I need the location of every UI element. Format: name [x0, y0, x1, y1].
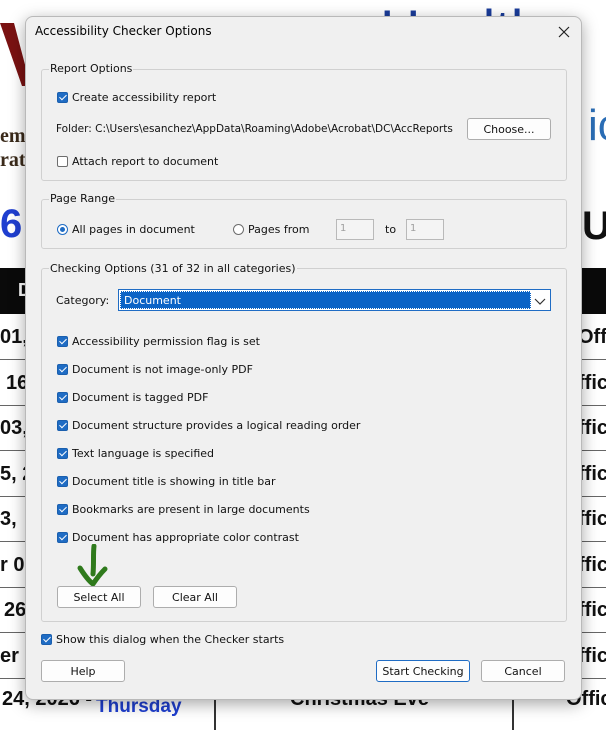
close-button[interactable]	[553, 21, 575, 43]
bg-cell-date: 26	[4, 599, 27, 621]
cancel-button[interactable]: Cancel	[481, 660, 565, 682]
check-item-label[interactable]: Bookmarks are present in large documents	[72, 503, 310, 516]
select-all-button[interactable]: Select All	[57, 586, 141, 608]
clear-all-button[interactable]: Clear All	[153, 586, 237, 608]
show-dialog-checkbox[interactable]	[41, 634, 52, 645]
bg-cell-date: r 0	[0, 554, 25, 576]
check-item-label[interactable]: Document has appropriate color contrast	[72, 531, 299, 544]
check-item-label[interactable]: Document is tagged PDF	[72, 391, 208, 404]
show-dialog-label[interactable]: Show this dialog when the Checker starts	[56, 633, 284, 646]
all-pages-label[interactable]: All pages in document	[72, 223, 195, 236]
check-item-checkbox[interactable]	[57, 364, 68, 375]
checking-options-label: Checking Options (31 of 32 in all catego…	[49, 262, 297, 275]
create-report-checkbox[interactable]	[57, 92, 68, 103]
report-options-label: Report Options	[49, 62, 134, 75]
category-select-value: Document	[120, 291, 531, 309]
bg-cell-date: 3,	[0, 508, 17, 530]
bg-cell-office: ffic	[578, 645, 606, 667]
annotation-arrow-icon	[77, 544, 108, 587]
bg-cell-office: Offic	[578, 326, 606, 348]
bg-right-text: ic	[588, 101, 606, 150]
attach-report-label[interactable]: Attach report to document	[72, 155, 218, 168]
bg-cell-office: ffic	[578, 554, 606, 576]
bg-cell-office: ffic	[578, 417, 606, 439]
bg-subtitle-2: rat	[0, 149, 26, 171]
check-item-label[interactable]: Text language is specified	[72, 447, 214, 460]
check-item-label[interactable]: Accessibility permission flag is set	[72, 335, 260, 348]
check-item-label[interactable]: Document is not image-only PDF	[72, 363, 253, 376]
start-checking-button[interactable]: Start Checking	[376, 660, 470, 682]
bg-right-u: U	[582, 204, 606, 248]
check-item-checkbox[interactable]	[57, 448, 68, 459]
category-label: Category:	[56, 294, 110, 307]
check-item-checkbox[interactable]	[57, 336, 68, 347]
pages-from-radio[interactable]	[233, 224, 244, 235]
all-pages-radio[interactable]	[57, 224, 68, 235]
attach-report-checkbox[interactable]	[57, 156, 68, 167]
check-item-checkbox[interactable]	[57, 476, 68, 487]
close-icon	[558, 26, 570, 38]
check-item-checkbox[interactable]	[57, 420, 68, 431]
bg-cell-office: ffic	[578, 599, 606, 621]
dialog-title: Accessibility Checker Options	[35, 24, 212, 38]
bg-year: 6	[0, 202, 23, 246]
page-range-label: Page Range	[49, 192, 116, 205]
check-item-label[interactable]: Document structure provides a logical re…	[72, 419, 360, 432]
check-item-checkbox[interactable]	[57, 532, 68, 543]
help-button[interactable]: Help	[41, 660, 125, 682]
check-item-checkbox[interactable]	[57, 504, 68, 515]
bg-cell-date: 03,	[0, 417, 28, 439]
checking-options-group	[41, 268, 567, 622]
bg-cell-office: ffic	[578, 372, 606, 394]
check-item-checkbox[interactable]	[57, 392, 68, 403]
folder-path-label: Folder: C:\Users\esanchez\AppData\Roamin…	[56, 123, 453, 135]
choose-folder-button[interactable]: Choose...	[467, 118, 551, 140]
check-item-label[interactable]: Document title is showing in title bar	[72, 475, 275, 488]
dialog-titlebar[interactable]: Accessibility Checker Options	[26, 17, 581, 47]
create-report-label[interactable]: Create accessibility report	[72, 91, 216, 104]
pages-from-input[interactable]: 1	[336, 219, 374, 240]
bg-cell-office: ffic	[578, 508, 606, 530]
bg-subtitle-1: em	[0, 125, 26, 147]
pages-from-label[interactable]: Pages from	[248, 223, 309, 236]
bg-cell-date: 01,	[0, 326, 28, 348]
chevron-down-icon	[534, 298, 546, 305]
pages-to-label: to	[385, 223, 397, 236]
pages-to-input[interactable]: 1	[406, 219, 444, 240]
bg-cell-office: ffic	[578, 463, 606, 485]
category-select[interactable]: Document	[118, 289, 551, 311]
accessibility-checker-dialog: Accessibility Checker Options Report Opt…	[25, 16, 582, 700]
